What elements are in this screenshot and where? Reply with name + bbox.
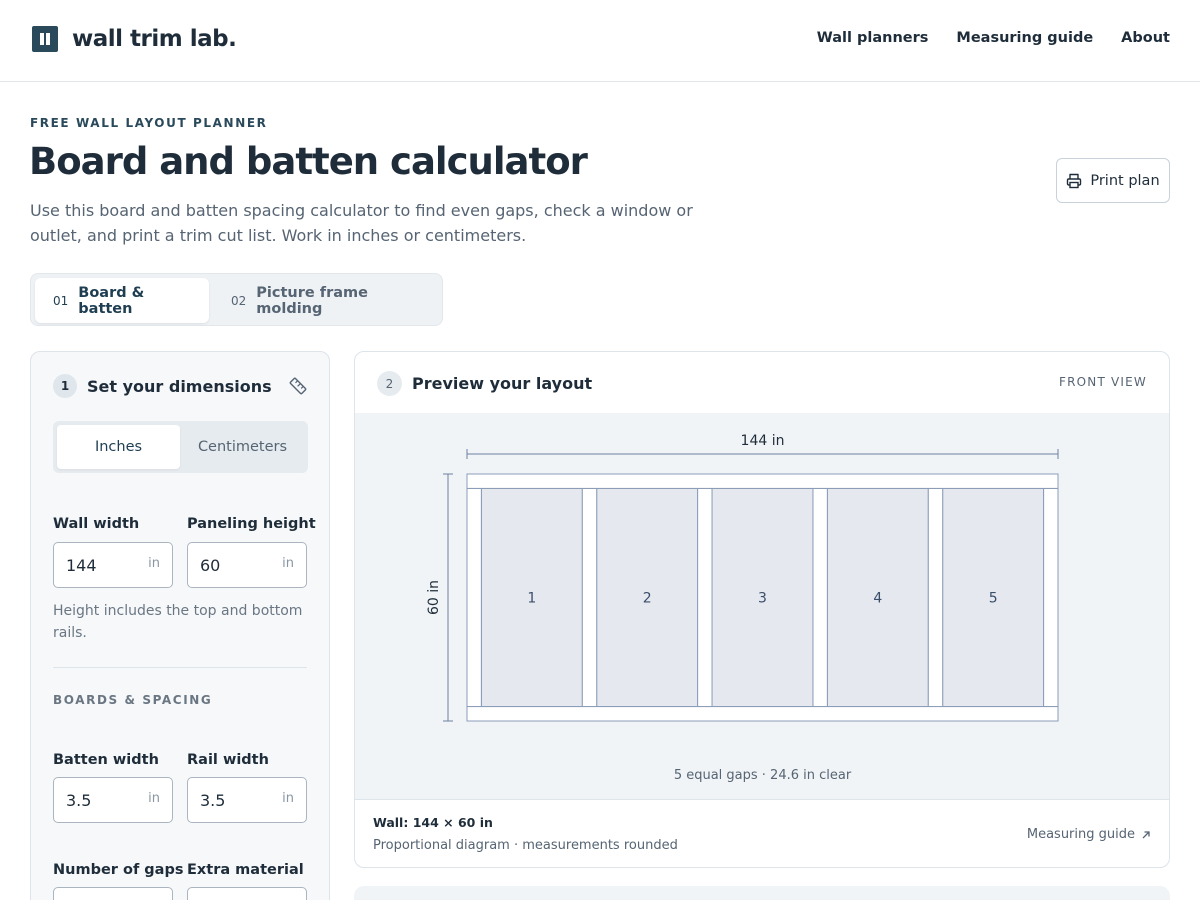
- step-number: 1: [53, 374, 77, 398]
- batten: [581, 487, 598, 708]
- page-title: Board and batten calculator: [29, 140, 588, 183]
- nav-wall-planners[interactable]: Wall planners: [817, 30, 929, 46]
- ruler-icon: [289, 377, 307, 395]
- batten-width-input[interactable]: [66, 778, 146, 822]
- brand-logo[interactable]: wall trim lab.: [32, 26, 237, 52]
- boards-spacing-heading: BOARDS & SPACING: [53, 693, 213, 707]
- rail-width-field: in: [187, 777, 307, 823]
- number-of-gaps-field[interactable]: [53, 887, 173, 900]
- unit-inches-button[interactable]: Inches: [57, 425, 180, 469]
- panel-number: 2: [643, 591, 652, 607]
- number-of-gaps-label: Number of gaps: [53, 862, 184, 878]
- panel-number: 1: [527, 591, 536, 607]
- top-rail: [466, 473, 1059, 489]
- batten: [812, 487, 828, 708]
- eyebrow: FREE WALL LAYOUT PLANNER: [30, 116, 268, 130]
- brand-name: wall trim lab.: [72, 26, 237, 52]
- panel-number: 3: [758, 591, 767, 607]
- rail-width-input[interactable]: [200, 778, 280, 822]
- unit-suffix: in: [148, 791, 160, 806]
- layout-diagram: 1 2 3 4 5 144 in 60 in 5 equal gaps · 24.6 in c…: [355, 413, 1169, 799]
- paneling-height-input[interactable]: [200, 543, 280, 587]
- unit-centimeters-button[interactable]: Centimeters: [181, 425, 304, 469]
- wall-summary: Wall: 144 × 60 in: [373, 815, 493, 830]
- batten-width-field: in: [53, 777, 173, 823]
- panel-number: 4: [873, 591, 882, 607]
- height-dimension-label: 60 in: [426, 580, 442, 615]
- logo-mark-icon: [32, 26, 58, 52]
- tab-picture-frame-molding[interactable]: 02 Picture frame molding: [213, 278, 440, 323]
- batten: [1043, 487, 1059, 708]
- extra-material-field[interactable]: [187, 887, 307, 900]
- wall-width-input[interactable]: [66, 543, 146, 587]
- batten: [927, 487, 944, 708]
- paneling-height-label: Paneling height: [187, 516, 316, 532]
- divider: [53, 667, 307, 668]
- tab-number: 01: [53, 293, 69, 308]
- tab-number: 02: [231, 293, 247, 308]
- preview-footer: Wall: 144 × 60 in Proportional diagram ·…: [355, 799, 1169, 867]
- unit-toggle: Inches Centimeters: [53, 421, 308, 473]
- diagram-note: Proportional diagram · measurements roun…: [373, 838, 678, 853]
- nav-about[interactable]: About: [1121, 30, 1170, 46]
- gap-summary: 5 equal gaps · 24.6 in clear: [674, 768, 852, 783]
- arrow-up-right-icon: [1142, 830, 1150, 838]
- wall-width-label: Wall width: [53, 516, 140, 532]
- page-description: Use this board and batten spacing calcul…: [30, 201, 693, 245]
- dimensions-heading: 1 Set your dimensions: [53, 374, 272, 398]
- width-dimension-label: 144 in: [741, 433, 785, 449]
- batten-width-label: Batten width: [53, 752, 159, 768]
- print-plan-button[interactable]: Print plan: [1056, 158, 1170, 203]
- dimensions-title: Set your dimensions: [87, 376, 272, 396]
- paneling-height-field: in: [187, 542, 307, 588]
- preview-panel: 2 Preview your layout FRONT VIEW 1 2 3 4 5 14…: [354, 351, 1170, 868]
- step-number: 2: [377, 371, 402, 396]
- dimensions-panel: 1 Set your dimensions Inches Centimeters…: [30, 351, 330, 900]
- unit-suffix: in: [282, 556, 294, 571]
- calculator-mode-tabs: 01 Board & batten 02 Picture frame moldi…: [30, 273, 443, 326]
- height-help-text: Height includes the top and bottom rails…: [53, 603, 303, 641]
- panel-number: 5: [989, 591, 998, 607]
- layout-diagram-svg: 1 2 3 4 5 144 in 60 in 5 equal gaps · 24.6 in c…: [426, 433, 1059, 783]
- extra-material-label: Extra material: [187, 862, 304, 878]
- printer-icon: [1067, 173, 1082, 188]
- bottom-rail: [466, 706, 1059, 722]
- view-label: FRONT VIEW: [1058, 375, 1147, 389]
- measuring-guide-link-label: Measuring guide: [1026, 827, 1135, 842]
- nav-measuring-guide[interactable]: Measuring guide: [956, 30, 1093, 46]
- wall-width-field: in: [53, 542, 173, 588]
- measuring-guide-link[interactable]: Measuring guide: [1027, 827, 1151, 842]
- unit-suffix: in: [148, 556, 160, 571]
- preview-heading: 2 Preview your layout: [377, 371, 592, 396]
- tab-board-and-batten[interactable]: 01 Board & batten: [35, 278, 209, 323]
- batten: [466, 487, 482, 708]
- unit-suffix: in: [282, 791, 294, 806]
- preview-title: Preview your layout: [412, 374, 593, 393]
- rail-width-label: Rail width: [187, 752, 269, 768]
- main-nav: Wall planners Measuring guide About: [817, 30, 1170, 46]
- tab-label: Picture frame molding: [256, 284, 368, 317]
- print-plan-label: Print plan: [1090, 172, 1160, 189]
- next-section-card: [354, 886, 1170, 900]
- batten: [697, 487, 713, 708]
- tab-label: Board & batten: [78, 284, 145, 317]
- site-header: wall trim lab. Wall planners Measuring g…: [0, 0, 1200, 82]
